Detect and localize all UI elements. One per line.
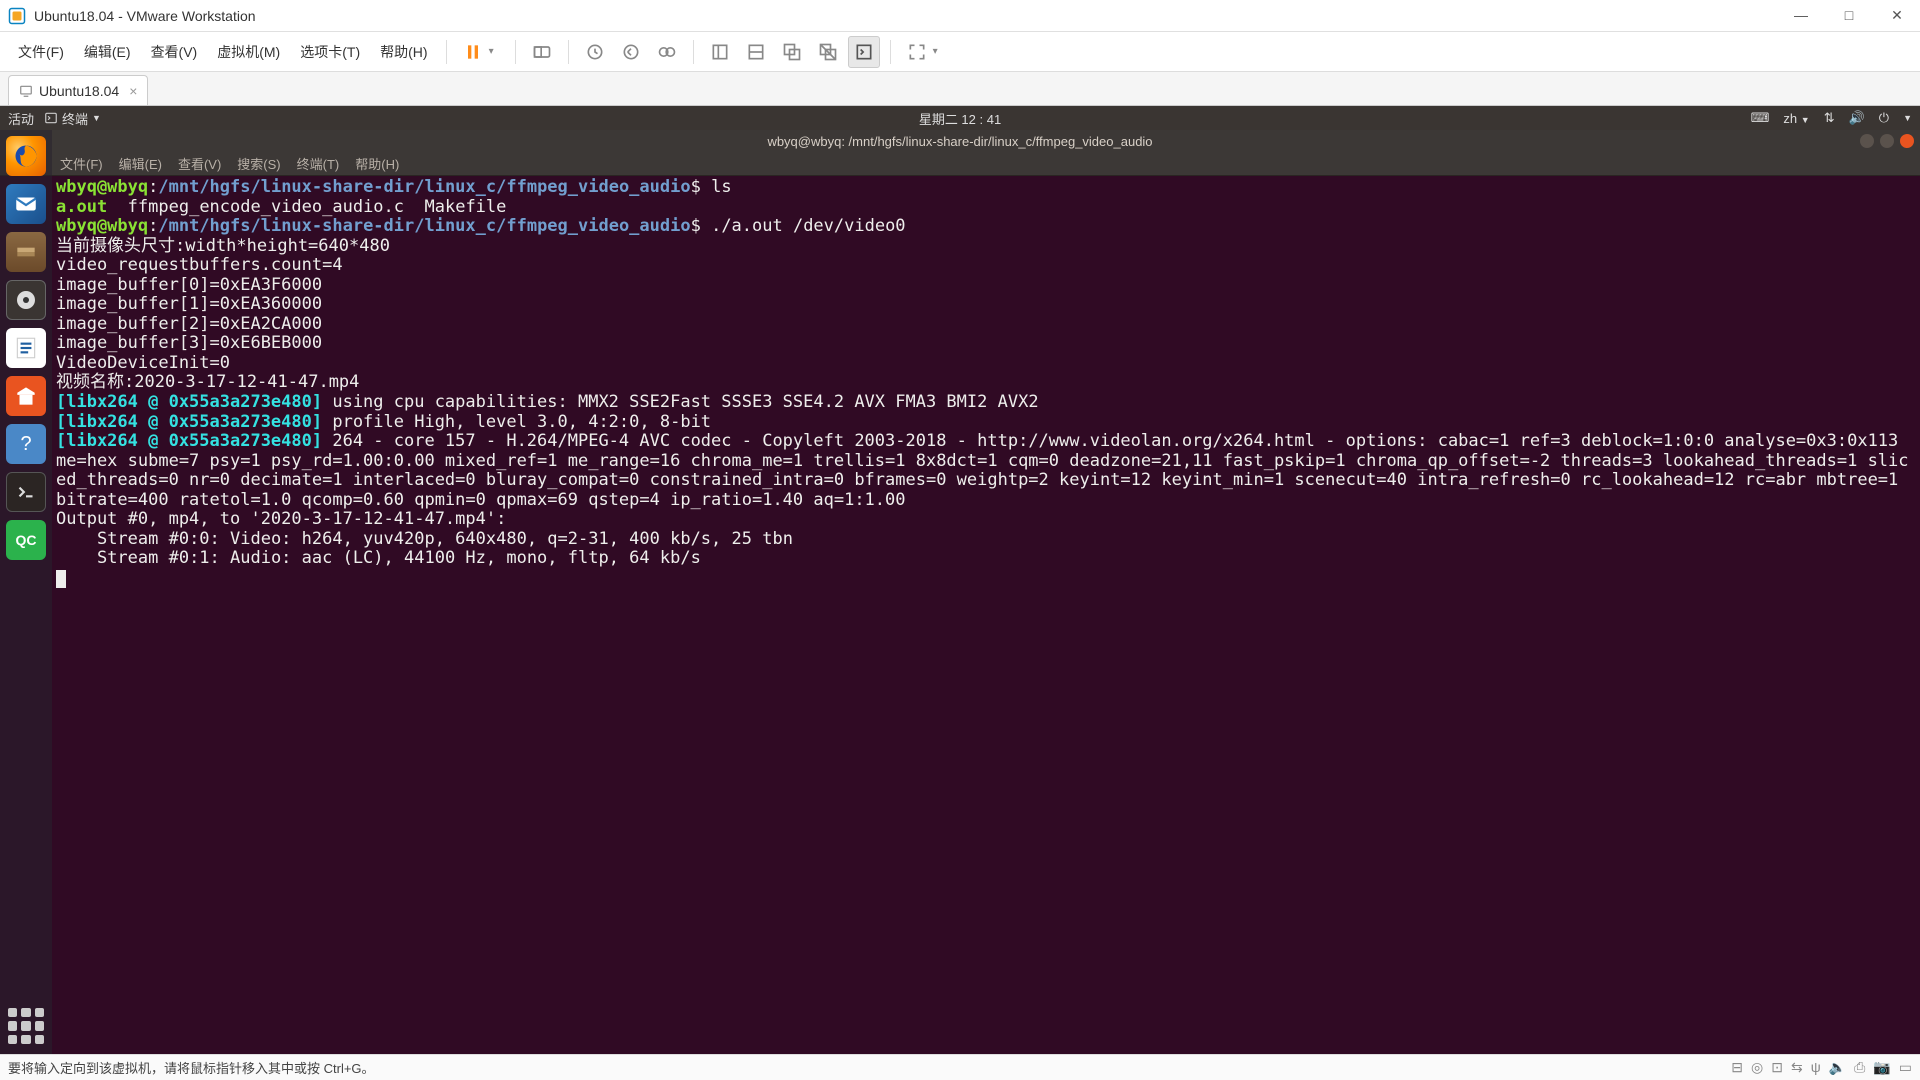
menu-edit[interactable]: 编辑(E)	[76, 38, 139, 66]
status-device-icons: ⊟ ◎ ⊡ ⇆ ψ 🔈 ⎙ 📷 ▭	[1731, 1059, 1912, 1076]
chevron-down-icon: ▼	[92, 113, 101, 123]
chevron-down-icon[interactable]: ▼	[1903, 113, 1912, 123]
term-menu-search[interactable]: 搜索(S)	[231, 154, 286, 173]
fullscreen-dropdown[interactable]: ▾	[933, 46, 945, 57]
vmware-titlebar: Ubuntu18.04 - VMware Workstation — □ ✕	[0, 0, 1920, 32]
dock-libreoffice-writer[interactable]	[6, 328, 46, 368]
terminal-titlebar: wbyq@wbyq: /mnt/hgfs/linux-share-dir/lin…	[0, 130, 1920, 152]
maximize-button[interactable]: □	[1834, 7, 1864, 24]
view-unity-button[interactable]	[776, 36, 808, 68]
fullscreen-button[interactable]	[901, 36, 933, 68]
dock-firefox[interactable]	[6, 136, 46, 176]
power-dropdown[interactable]: ▾	[489, 46, 501, 57]
term-menu-file[interactable]: 文件(F)	[54, 154, 109, 173]
suspend-button[interactable]	[457, 36, 489, 68]
view-exit-unity-button[interactable]	[812, 36, 844, 68]
printer-icon[interactable]: ⎙	[1854, 1059, 1865, 1076]
input-language[interactable]: zh ▼	[1783, 111, 1809, 126]
terminal-icon	[44, 111, 58, 125]
dock-rhythmbox[interactable]	[6, 280, 46, 320]
close-button[interactable]: ✕	[1882, 7, 1912, 24]
term-menu-view[interactable]: 查看(V)	[172, 154, 227, 173]
revert-snapshot-button[interactable]	[615, 36, 647, 68]
network-adapter-icon[interactable]: ⇆	[1791, 1059, 1803, 1076]
guest-viewport[interactable]: 活动 终端 ▼ 星期二 12 : 41 ⌨ zh ▼ ⇅ 🔊 ⏻ ▼ wbyq@…	[0, 106, 1920, 1054]
dock-show-apps[interactable]	[8, 1008, 44, 1044]
window-title: Ubuntu18.04 - VMware Workstation	[34, 8, 1786, 24]
view-single-button[interactable]	[704, 36, 736, 68]
term-menu-edit[interactable]: 编辑(E)	[113, 154, 168, 173]
close-tab-button[interactable]: ×	[129, 83, 137, 99]
keyboard-icon[interactable]: ⌨	[1751, 110, 1770, 126]
menu-help[interactable]: 帮助(H)	[372, 38, 435, 66]
cd-icon[interactable]: ◎	[1751, 1059, 1763, 1076]
vmware-app-icon	[8, 7, 26, 25]
view-split-button[interactable]	[740, 36, 772, 68]
network-icon[interactable]: ⇅	[1824, 110, 1835, 126]
display-icon[interactable]: ▭	[1899, 1059, 1912, 1076]
usb-icon[interactable]: ψ	[1811, 1059, 1821, 1076]
terminal-title-text: wbyq@wbyq: /mnt/hgfs/linux-share-dir/lin…	[767, 134, 1152, 149]
menu-vm[interactable]: 虚拟机(M)	[209, 38, 288, 66]
power-icon[interactable]: ⏻	[1879, 110, 1889, 126]
console-view-button[interactable]	[848, 36, 880, 68]
sound-icon[interactable]: 🔈	[1829, 1059, 1846, 1076]
terminal-cursor	[56, 570, 66, 588]
terminal-output[interactable]: wbyq@wbyq:/mnt/hgfs/linux-share-dir/linu…	[0, 176, 1920, 1054]
terminal-menubar: 文件(F) 编辑(E) 查看(V) 搜索(S) 终端(T) 帮助(H)	[0, 152, 1920, 176]
status-message: 要将输入定向到该虚拟机，请将鼠标指针移入其中或按 Ctrl+G。	[8, 1058, 375, 1077]
dock-qtcreator[interactable]: QC	[6, 520, 46, 560]
snapshot-manager-button[interactable]	[651, 36, 683, 68]
menu-tabs[interactable]: 选项卡(T)	[292, 38, 368, 66]
vmware-tabbar: Ubuntu18.04 ×	[0, 72, 1920, 106]
dock-terminal[interactable]	[6, 472, 46, 512]
monitor-icon	[19, 84, 33, 98]
dock-help[interactable]: ?	[6, 424, 46, 464]
app-menu-terminal[interactable]: 终端 ▼	[44, 109, 101, 128]
snapshot-button[interactable]	[579, 36, 611, 68]
volume-icon[interactable]: 🔊	[1849, 110, 1865, 126]
floppy-icon[interactable]: ⊡	[1771, 1059, 1783, 1076]
dock-ubuntu-software[interactable]	[6, 376, 46, 416]
camera-icon[interactable]: 📷	[1873, 1059, 1890, 1076]
terminal-maximize-button[interactable]	[1880, 134, 1894, 148]
vm-tab-label: Ubuntu18.04	[39, 83, 119, 99]
vmware-menubar: 文件(F) 编辑(E) 查看(V) 虚拟机(M) 选项卡(T) 帮助(H) ▾ …	[0, 32, 1920, 72]
hdd-icon[interactable]: ⊟	[1731, 1059, 1743, 1076]
vm-tab-ubuntu[interactable]: Ubuntu18.04 ×	[8, 75, 148, 105]
dock-files[interactable]	[6, 232, 46, 272]
minimize-button[interactable]: —	[1786, 7, 1816, 24]
vmware-statusbar: 要将输入定向到该虚拟机，请将鼠标指针移入其中或按 Ctrl+G。 ⊟ ◎ ⊡ ⇆…	[0, 1054, 1920, 1080]
dock-thunderbird[interactable]	[6, 184, 46, 224]
terminal-close-button[interactable]	[1900, 134, 1914, 148]
app-menu-label: 终端	[62, 109, 88, 128]
term-menu-terminal[interactable]: 终端(T)	[291, 154, 346, 173]
ubuntu-dock: ? QC	[0, 130, 52, 1054]
term-menu-help[interactable]: 帮助(H)	[349, 154, 405, 173]
activities-button[interactable]: 活动	[8, 109, 34, 128]
menu-view[interactable]: 查看(V)	[143, 38, 206, 66]
send-ctrl-alt-del-button[interactable]	[526, 36, 558, 68]
menu-file[interactable]: 文件(F)	[10, 38, 72, 66]
gnome-top-panel: 活动 终端 ▼ 星期二 12 : 41 ⌨ zh ▼ ⇅ 🔊 ⏻ ▼	[0, 106, 1920, 130]
terminal-minimize-button[interactable]	[1860, 134, 1874, 148]
clock[interactable]: 星期二 12 : 41	[919, 109, 1001, 128]
